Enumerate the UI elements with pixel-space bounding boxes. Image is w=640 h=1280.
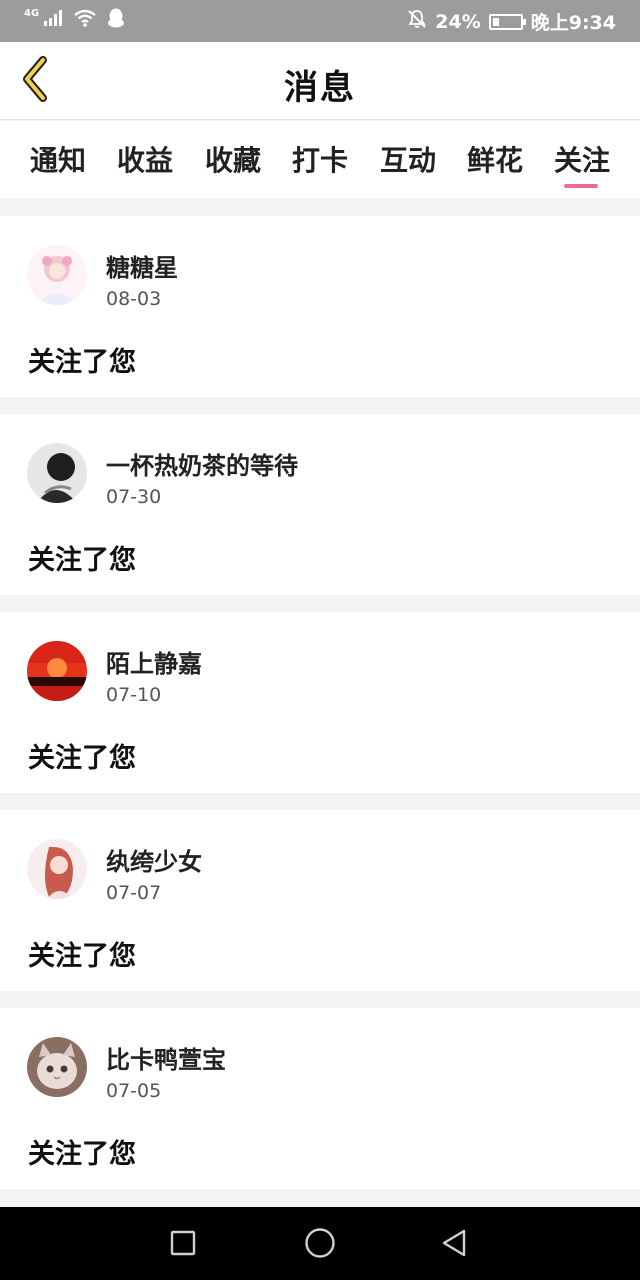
header: 消息 — [0, 42, 640, 120]
home-button[interactable] — [300, 1225, 340, 1265]
page-title: 消息 — [284, 68, 356, 108]
battery-level — [492, 17, 499, 26]
recents-button[interactable] — [163, 1225, 203, 1265]
tab-follows-label: 关注 — [553, 144, 610, 177]
avatar[interactable] — [27, 1037, 87, 1097]
action-text: 关注了您 — [28, 347, 136, 378]
list-item[interactable]: 纨绔少女 07-07 关注了您 — [0, 810, 640, 991]
avatar[interactable] — [27, 839, 87, 899]
tab-notifications[interactable]: 通知 — [23, 139, 93, 179]
tab-checkin[interactable]: 打卡 — [285, 139, 355, 179]
date: 08-03 — [106, 288, 162, 310]
username[interactable]: 陌上静嘉 — [106, 644, 202, 679]
clock: 晚上9:34 — [530, 12, 616, 34]
signal-icon — [43, 9, 63, 31]
status-left: 4G — [24, 8, 125, 32]
active-tab-indicator — [564, 184, 598, 188]
wifi-icon — [73, 9, 97, 31]
list-item[interactable]: 糖糖星 08-03 关注了您 — [0, 216, 640, 397]
action-text: 关注了您 — [28, 1139, 136, 1170]
system-nav-bar — [0, 1207, 640, 1280]
date: 07-05 — [106, 1080, 162, 1102]
list-item[interactable]: 陌上静嘉 07-10 关注了您 — [0, 612, 640, 793]
date: 07-30 — [106, 486, 162, 508]
tab-flowers[interactable]: 鲜花 — [460, 139, 530, 179]
username[interactable]: 糖糖星 — [106, 248, 178, 283]
username[interactable]: 一杯热奶茶的等待 — [106, 446, 298, 481]
username[interactable]: 比卡鸭萱宝 — [106, 1040, 226, 1075]
battery-icon — [488, 13, 526, 30]
tab-bar: 通知 收益 收藏 打卡 互动 鲜花 关注 — [0, 121, 640, 198]
triangle-back-icon — [440, 1228, 468, 1262]
list-item[interactable]: 一杯热奶茶的等待 07-30 关注了您 — [0, 414, 640, 595]
action-text: 关注了您 — [28, 545, 136, 576]
tab-favorites[interactable]: 收藏 — [198, 139, 268, 179]
battery-percent: 24% — [435, 10, 481, 33]
avatar[interactable] — [27, 245, 87, 305]
qq-penguin-icon — [107, 8, 125, 32]
status-right: 24% 晚上9:34 — [407, 8, 616, 35]
bell-off-icon — [407, 9, 427, 34]
username[interactable]: 纨绔少女 — [106, 842, 202, 877]
action-text: 关注了您 — [28, 743, 136, 774]
tab-follows[interactable]: 关注 — [547, 139, 617, 188]
system-back-button[interactable] — [434, 1225, 474, 1265]
network-type: 4G — [24, 7, 40, 19]
avatar[interactable] — [27, 443, 87, 503]
square-recents-icon — [170, 1230, 196, 1260]
avatar[interactable] — [27, 641, 87, 701]
tab-earnings[interactable]: 收益 — [110, 139, 180, 179]
circle-home-icon — [304, 1227, 336, 1263]
list-item[interactable]: 比卡鸭萱宝 07-05 关注了您 — [0, 1008, 640, 1189]
action-text: 关注了您 — [28, 941, 136, 972]
date: 07-10 — [106, 684, 162, 706]
status-bar: 4G 24% 晚上9:34 — [0, 0, 640, 42]
date: 07-07 — [106, 882, 162, 904]
tab-interactions[interactable]: 互动 — [373, 139, 443, 179]
